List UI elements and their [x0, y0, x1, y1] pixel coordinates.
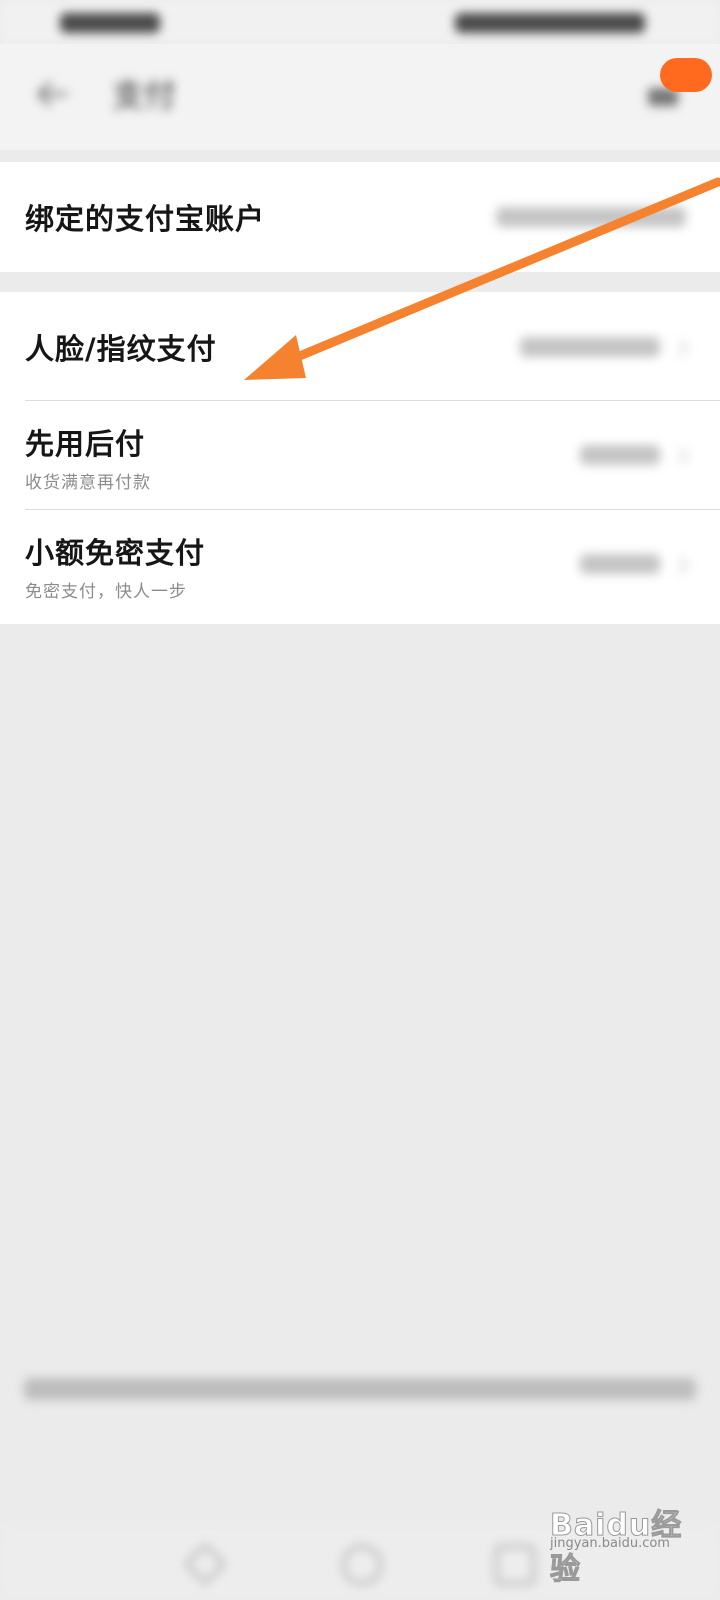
status-bar: [0, 0, 720, 44]
face-fingerprint-pay-row[interactable]: 人脸/指纹支付: [0, 292, 720, 400]
pay-later-row[interactable]: 先用后付 收货满意再付款: [0, 401, 720, 509]
nav-back-button[interactable]: [183, 1542, 227, 1586]
account-value: [496, 207, 686, 227]
status-value: [580, 445, 660, 465]
page-header: 支付: [0, 44, 720, 150]
row-subtitle: 免密支付，快人一步: [25, 582, 187, 602]
status-value: [580, 554, 660, 574]
annotation-dot: [660, 58, 712, 92]
footer-note: [24, 1378, 696, 1400]
row-title: 人脸/指纹支付: [25, 332, 217, 366]
battery-time-indicator: [455, 13, 645, 33]
status-value: [520, 337, 660, 357]
baidu-watermark: Baidu经验 jingyan.baidu.com: [550, 1498, 710, 1588]
row-subtitle: 收货满意再付款: [25, 473, 151, 493]
row-title: 小额免密支付: [25, 536, 206, 570]
back-arrow-icon[interactable]: [30, 72, 74, 116]
row-title: 绑定的支付宝账户: [25, 202, 266, 236]
account-card: 绑定的支付宝账户: [0, 162, 720, 272]
watermark-domain: jingyan.baidu.com: [550, 1536, 670, 1551]
signal-indicator: [60, 13, 160, 33]
payment-options-card: 人脸/指纹支付 先用后付 收货满意再付款 小额免密支付 免密支付，快人一步: [0, 292, 720, 624]
password-free-pay-row[interactable]: 小额免密支付 免密支付，快人一步: [0, 510, 720, 622]
chevron-right-icon: [671, 339, 689, 357]
nav-recent-button[interactable]: [495, 1545, 535, 1585]
chevron-right-icon: [671, 447, 689, 465]
alipay-account-row[interactable]: 绑定的支付宝账户: [0, 162, 720, 272]
chevron-right-icon: [671, 556, 689, 574]
row-title: 先用后付: [25, 427, 146, 461]
nav-home-button[interactable]: [342, 1545, 382, 1585]
page-title: 支付: [112, 76, 177, 114]
